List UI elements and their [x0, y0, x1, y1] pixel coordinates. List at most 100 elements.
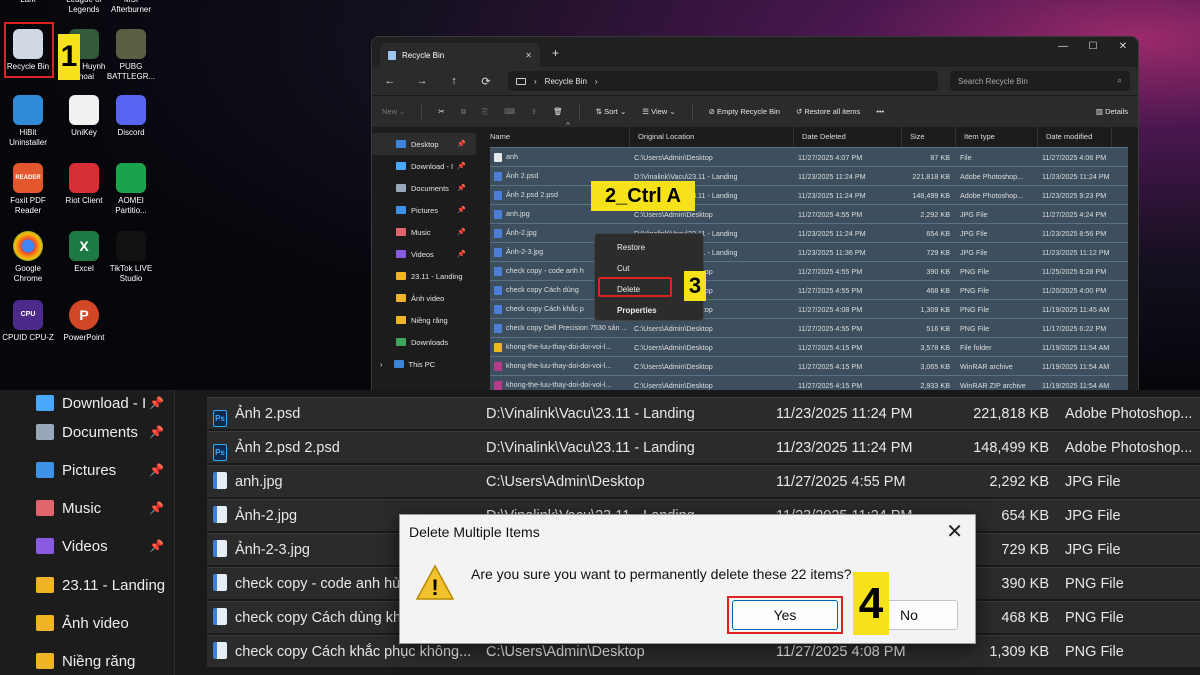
close-window-button[interactable]: ✕ [1108, 37, 1138, 59]
desktop-screenshot: LarkLeague of LegendsMSI AfterburnerRecy… [0, 0, 1200, 390]
zoomed-sidebar-item[interactable]: Ảnh video [36, 604, 166, 642]
back-icon[interactable]: ← [380, 75, 400, 87]
cell-text: 11/23/2025 11:24 PM [798, 171, 866, 181]
aomei-partition-icon[interactable]: AOMEI Partitio... [103, 163, 159, 216]
cpuid-cpu-z-icon[interactable]: CPU CPUID CPU-Z [0, 300, 56, 343]
share-icon[interactable]: ⇪ [531, 107, 537, 116]
restore-all-button[interactable]: ↺ Restore all items [796, 107, 860, 116]
zoomed-table-row[interactable]: Ps Ảnh 2.psd D:\Vinalink\Vacu\23.11 - Land… [207, 397, 1200, 429]
hibit-uninstaller-icon[interactable]: HiBit Uninstaller [0, 95, 56, 148]
tiktok-live-studio-icon[interactable]: TikTok LIVE Studio [103, 231, 159, 284]
delete-multiple-items-dialog: Delete Multiple Items ✕ ! Are you sure y… [399, 514, 976, 644]
cell-deleted: 11/27/2025 4:55 PM [794, 210, 902, 219]
step-4-badge: 4 [853, 572, 889, 635]
up-icon[interactable]: ↑ [444, 75, 464, 87]
details-button[interactable]: ▥ Details [1096, 107, 1128, 116]
empty-recycle-bin-button[interactable]: ⊘ Empty Recycle Bin [709, 107, 780, 116]
sidebar-item[interactable]: Videos 📌 [372, 243, 476, 265]
maximize-button[interactable]: ☐ [1078, 37, 1108, 59]
sidebar-item[interactable]: › This PC [372, 353, 476, 375]
zoomed-table-row[interactable]: Ps Ảnh 2.psd 2.psd D:\Vinalink\Vacu\23.11 … [207, 431, 1200, 463]
table-row[interactable]: anh C:\Users\Admin\Desktop 11/27/2025 4:07… [490, 147, 1128, 166]
column-header[interactable]: Date Deleted [794, 127, 902, 147]
zoomed-sidebar-label: Ảnh video [62, 614, 129, 632]
zoomed-sidebar-item[interactable]: Pictures 📌 [36, 451, 166, 489]
cell-size: 87 KB [902, 153, 956, 162]
sidebar-item[interactable]: Desktop 📌 [372, 133, 476, 155]
new-button[interactable]: New ⌄ [382, 107, 405, 116]
column-header[interactable]: Size [902, 127, 956, 147]
chevron-down-icon: ⌄ [669, 107, 676, 116]
copy-icon[interactable]: ⧉ [461, 107, 466, 117]
forward-icon[interactable]: → [412, 75, 432, 87]
search-input[interactable]: Search Recycle Bin ⌕ [950, 71, 1130, 91]
zoomed-table-row[interactable]: anh.jpg C:\Users\Admin\Desktop 11/27/2025 … [207, 465, 1200, 497]
sidebar-item[interactable]: Ảnh video [372, 287, 476, 309]
sidebar-item[interactable]: Documents 📌 [372, 177, 476, 199]
sidebar-item-label: This PC [408, 359, 436, 369]
google-chrome-icon[interactable]: Google Chrome [0, 231, 56, 284]
table-row[interactable]: check copy Dell Precision 7530 sản ... C:… [490, 318, 1128, 337]
cell-text: Adobe Photoshop... [960, 171, 1024, 181]
foxit-pdf-reader-icon[interactable]: READER Foxit PDF Reader [0, 163, 56, 216]
cut-icon[interactable]: ✂ [438, 107, 444, 116]
rename-icon[interactable]: ⌨ [504, 107, 515, 116]
table-row[interactable]: anh.jpg C:\Users\Admin\Desktop 11/27/2025 … [490, 204, 1128, 223]
cell-modified: 11/23/2025 9:23 PM [1038, 191, 1112, 200]
table-row[interactable]: check copy - code anh hC:\Users\Admin\De… [490, 261, 1128, 280]
more-options-icon[interactable]: ••• [876, 107, 884, 116]
dialog-close-icon[interactable]: ✕ [946, 519, 963, 544]
discord-icon[interactable]: Discord [103, 95, 159, 138]
column-header[interactable]: Item type [956, 127, 1038, 147]
sidebar-item[interactable]: Music 📌 [372, 221, 476, 243]
minimize-button[interactable]: — [1048, 37, 1078, 59]
search-placeholder: Search Recycle Bin [958, 76, 1028, 86]
address-bar[interactable]: › Recycle Bin › [508, 71, 938, 91]
zoomed-sidebar-item[interactable]: Niềng răng [36, 642, 166, 675]
cell-name: khong-the-luu-thay-doi-doi-voi-l... [490, 361, 630, 371]
context-restore[interactable]: Restore [595, 237, 703, 258]
zoomed-cell-size: 221,818 KB [957, 398, 1049, 430]
file-icon [494, 266, 502, 276]
powerpoint-icon[interactable]: P PowerPoint [56, 300, 112, 343]
pubg-icon[interactable]: PUBG BATTLEGR... [103, 29, 159, 82]
sidebar-item[interactable]: 23.11 - Landing [372, 265, 476, 287]
table-row[interactable]: khong-the-luu-thay-doi-doi-voi-l... C:\Us… [490, 337, 1128, 356]
tab-close-icon[interactable]: ✕ [525, 51, 532, 60]
expand-chevron-icon[interactable]: › [380, 360, 383, 369]
sidebar-item[interactable]: Download - I 📌 [372, 155, 476, 177]
cell-size: 3,065 KB [902, 362, 956, 371]
cell-type: JPG File [956, 210, 1038, 219]
sidebar-item[interactable]: Downloads [372, 331, 476, 353]
table-row[interactable]: Ảnh 2.psd 2.psdD:\Vinalink\Vacu\23.11 - … [490, 185, 1128, 204]
breadcrumb-recycle-bin[interactable]: Recycle Bin [545, 77, 587, 86]
zoomed-sidebar-item[interactable]: 23.11 - Landing [36, 566, 166, 604]
column-header[interactable]: Name [482, 127, 630, 147]
table-row[interactable]: Ảnh-2-3.jpgD:\Vinalink\Vacu\23.11 - Land… [490, 242, 1128, 261]
tab-recycle-bin[interactable]: Recycle Bin ✕ [380, 43, 540, 67]
column-header[interactable]: Original Location [630, 127, 794, 147]
table-row[interactable]: khong-the-luu-thay-doi-doi-voi-l... C:\Us… [490, 375, 1128, 390]
sidebar-item[interactable]: Pictures 📌 [372, 199, 476, 221]
zoomed-sidebar-label: Download - I [62, 394, 147, 412]
table-row[interactable]: check copy Cách khắc pC:\Users\Admin\Des… [490, 299, 1128, 318]
table-row[interactable]: khong-the-luu-thay-doi-doi-voi-l... C:\Us… [490, 356, 1128, 375]
new-tab-button[interactable]: + [552, 46, 559, 60]
refresh-icon[interactable]: ⟳ [476, 75, 496, 88]
zoomed-sidebar-item[interactable]: Music 📌 [36, 489, 166, 527]
chevron-down-icon: ⌄ [619, 107, 627, 116]
table-row[interactable]: Ảnh-2.jpgD:\Vinalink\Vacu\23.11 - Landin… [490, 223, 1128, 242]
sort-indicator-icon: ^ [566, 121, 570, 130]
delete-icon[interactable]: 🗑 [553, 107, 563, 116]
foxit-pdf-reader-glyph-icon: READER [13, 163, 43, 193]
view-button[interactable]: ☰ View ⌄ [642, 107, 675, 116]
sort-button[interactable]: ⇅ Sort ⌄ [596, 107, 627, 116]
table-row[interactable]: Ảnh 2.psd D:\Vinalink\Vacu\23.11 - Landin… [490, 166, 1128, 185]
paste-icon[interactable]: ⎘ [482, 107, 488, 117]
context-properties[interactable]: Properties [595, 300, 703, 321]
zoomed-sidebar-item[interactable]: Videos 📌 [36, 527, 166, 565]
sidebar-item[interactable]: Niềng răng [372, 309, 476, 331]
zoomed-sidebar-item[interactable]: Documents 📌 [36, 413, 166, 451]
table-row[interactable]: check copy Cách dùngC:\Users\Admin\Deskt… [490, 280, 1128, 299]
column-header[interactable]: Date modified [1038, 127, 1112, 147]
